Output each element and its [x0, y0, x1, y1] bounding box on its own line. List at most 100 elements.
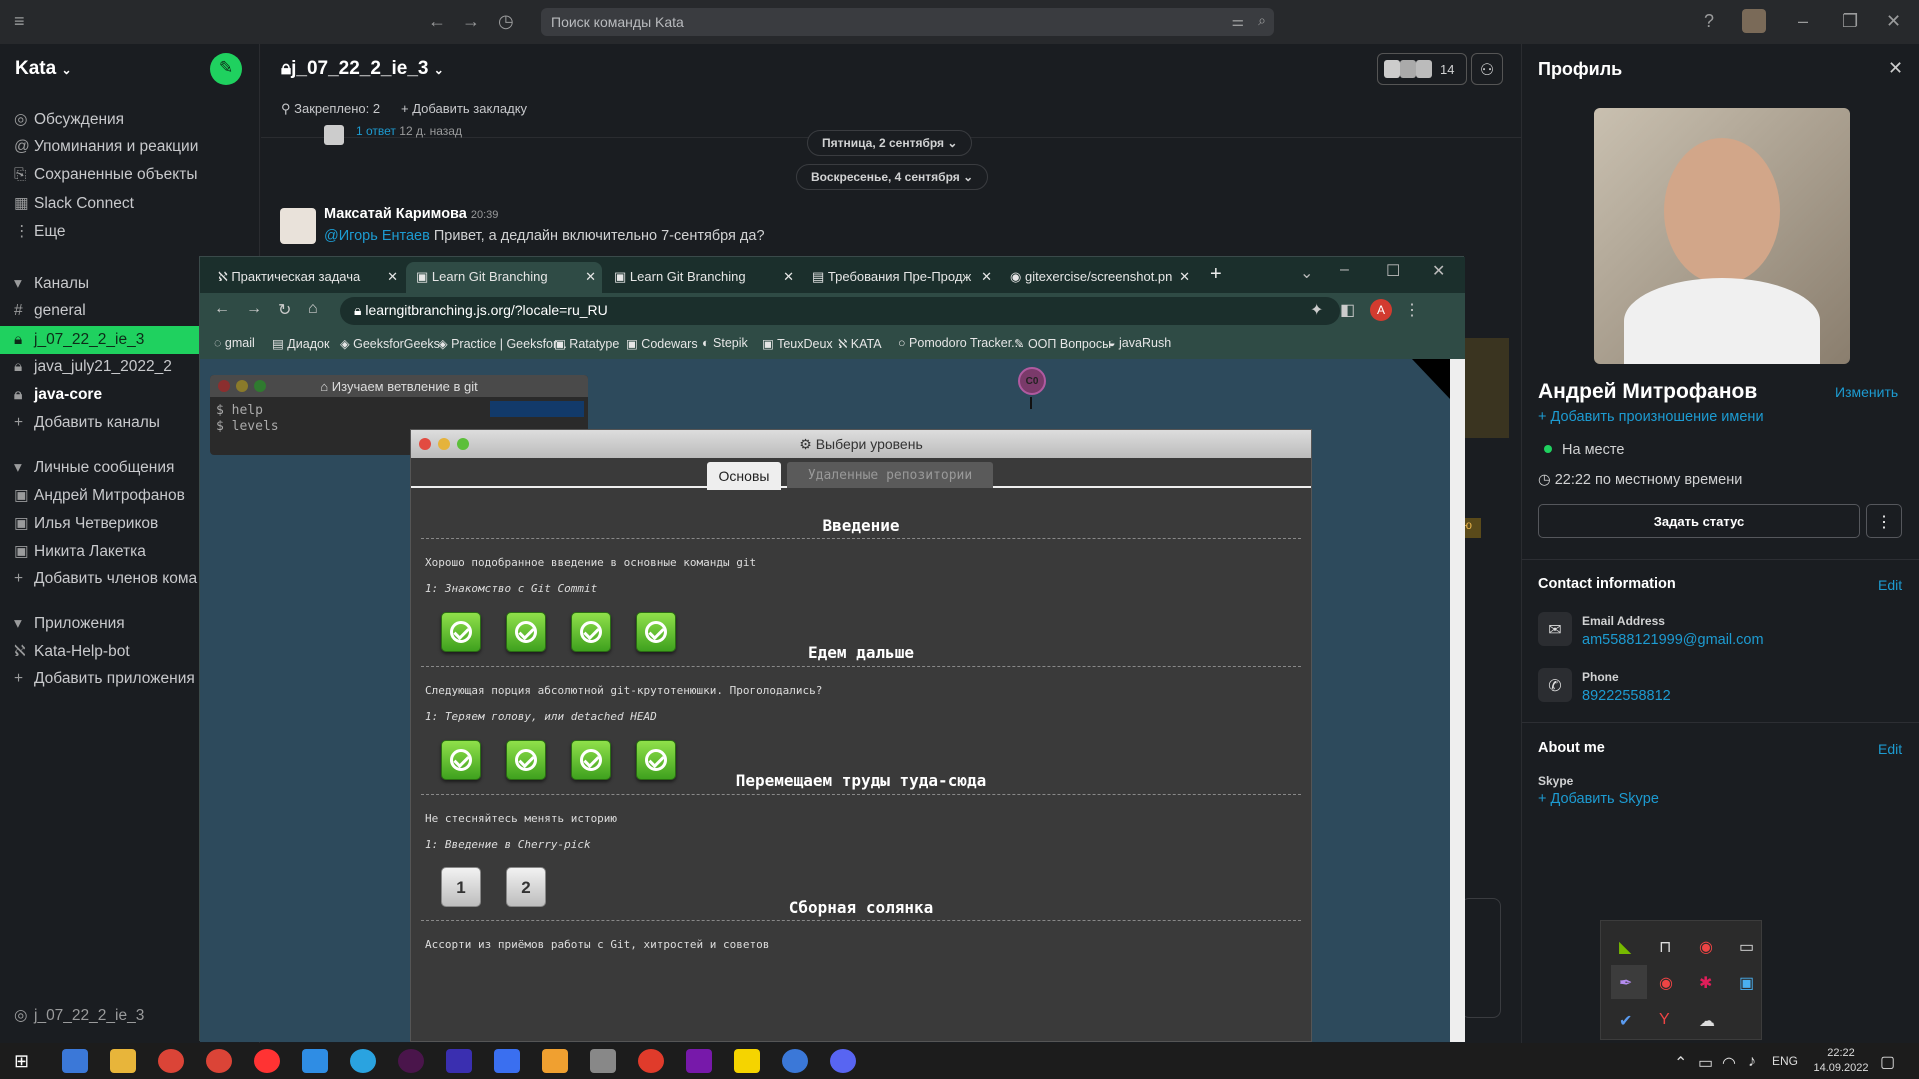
minimize-dot[interactable]: [236, 380, 248, 392]
tab-basics[interactable]: Основы: [707, 462, 781, 490]
minimize-icon[interactable]: –: [1340, 261, 1349, 279]
tab-practical-task[interactable]: ℵ Практическая задача ✕: [208, 262, 404, 293]
dm-andrey[interactable]: ▣ Андрей Митрофанов: [14, 486, 185, 505]
todo-icon[interactable]: ✔: [1619, 1011, 1632, 1031]
history-icon[interactable]: ◷: [498, 11, 514, 32]
message-composer[interactable]: [1461, 898, 1501, 1018]
close-tab-icon[interactable]: ✕: [783, 269, 794, 285]
battery-icon[interactable]: ▭: [1698, 1053, 1713, 1073]
language-indicator[interactable]: ENG: [1772, 1054, 1798, 1068]
scrollbar[interactable]: [1450, 359, 1465, 1042]
windows-start-icon[interactable]: ⊞: [14, 1051, 29, 1072]
task-view-icon[interactable]: [62, 1049, 88, 1073]
cloud-icon[interactable]: ☁: [1699, 1011, 1715, 1031]
close-icon[interactable]: ✕: [1888, 58, 1903, 79]
about-edit-link[interactable]: Edit: [1878, 741, 1902, 757]
yandex-icon[interactable]: [254, 1049, 280, 1073]
bookmark-practice-gfg[interactable]: ◈ Practice | Geeksfor...: [438, 336, 567, 351]
bookmark-ratatype[interactable]: ▣ Ratatype: [554, 336, 619, 351]
zoom-dot[interactable]: [254, 380, 266, 392]
minimize-dot[interactable]: [438, 438, 450, 450]
close-tab-icon[interactable]: ✕: [387, 269, 398, 285]
huddle-channel[interactable]: ◎ j_07_22_2_ie_3: [14, 1006, 144, 1025]
close-icon[interactable]: ✕: [1432, 261, 1445, 281]
workspace-name[interactable]: Kata ⌄: [15, 58, 72, 80]
mention[interactable]: @Игорь Ентаев: [324, 228, 430, 244]
network-icon[interactable]: ▣: [1739, 973, 1754, 993]
telegram-icon[interactable]: [350, 1049, 376, 1073]
app-icon[interactable]: [590, 1049, 616, 1073]
channel-java-july[interactable]: 🔒︎ java_july21_2022_2: [14, 358, 172, 376]
pinned-items[interactable]: ⚲ Закреплено: 2: [281, 101, 380, 117]
discord-icon[interactable]: [830, 1049, 856, 1073]
address-bar[interactable]: 🔒︎ learngitbranching.js.org/?locale=ru_R…: [340, 297, 1340, 325]
menu-icon[interactable]: ⋮: [1404, 300, 1420, 320]
app-kata-help-bot[interactable]: ℵ Kata-Help-bot: [14, 642, 130, 661]
commit-node[interactable]: C0: [1018, 367, 1046, 395]
nav-saved[interactable]: ⎘ Сохраненные объекты: [14, 166, 197, 184]
bookmark-stepik[interactable]: ◐ Stepik: [702, 336, 748, 350]
close-tab-icon[interactable]: ✕: [981, 269, 992, 285]
reload-icon[interactable]: ↻: [278, 300, 291, 320]
restore-icon[interactable]: ❐: [1842, 11, 1858, 32]
thread-reply[interactable]: 1 ответ 12 д. назад: [356, 124, 462, 138]
wifi-icon[interactable]: ◠: [1722, 1053, 1736, 1073]
menu-icon[interactable]: ≡: [14, 11, 25, 32]
bookmark-kata[interactable]: ℵ KATA: [838, 336, 882, 351]
forward-arrow-icon[interactable]: →: [246, 300, 262, 318]
members-button[interactable]: 14: [1377, 53, 1467, 85]
extensions-icon[interactable]: ✦: [1310, 300, 1323, 320]
add-skype-link[interactable]: + Добавить Skype: [1538, 791, 1659, 807]
slack-icon[interactable]: ✱: [1699, 973, 1712, 993]
tab-requirements[interactable]: ▤ Требования Пре-Продж ✕: [802, 262, 998, 293]
tab-github[interactable]: ◉ gitexercise/screenshot.pn ✕: [1000, 262, 1196, 293]
help-icon[interactable]: ?: [1704, 11, 1714, 32]
close-dot[interactable]: [419, 438, 431, 450]
chrome-icon[interactable]: ◉: [1699, 937, 1713, 957]
close-tab-icon[interactable]: ✕: [1179, 269, 1190, 285]
usb-icon[interactable]: ⊓: [1659, 937, 1671, 957]
bookmark-javarush[interactable]: ◒ javaRush: [1108, 336, 1171, 350]
git-icon[interactable]: [542, 1049, 568, 1073]
add-pronunciation-link[interactable]: + Добавить произношение имени: [1538, 409, 1764, 425]
display-icon[interactable]: ▭: [1739, 937, 1754, 957]
dm-ilya[interactable]: ▣ Илья Четвериков: [14, 514, 158, 533]
forward-arrow-icon[interactable]: →: [462, 11, 480, 32]
message-author[interactable]: Максатай Каримова: [324, 206, 467, 222]
bookmark-gmail[interactable]: ◌ gmail: [214, 336, 255, 350]
bookmark-teuxdeux[interactable]: ▣ TeuxDeux: [762, 336, 833, 351]
minimize-icon[interactable]: –: [1798, 11, 1808, 32]
todo-icon[interactable]: [782, 1049, 808, 1073]
channel-general[interactable]: # general: [14, 302, 86, 320]
more-vertical-icon[interactable]: ⋮: [1866, 504, 1902, 538]
profile-photo[interactable]: [1594, 108, 1850, 364]
nav-mentions[interactable]: @ Упоминания и реакции: [14, 138, 198, 156]
bookmark-oop[interactable]: ✎ ООП Вопросы: [1014, 336, 1111, 351]
add-members[interactable]: + Добавить членов кома: [14, 570, 197, 588]
nav-more[interactable]: ⋮ Еще: [14, 222, 66, 241]
channel-title[interactable]: 🔒︎j_07_22_2_ie_3 ⌄: [281, 58, 444, 80]
date-divider[interactable]: Пятница, 2 сентября ⌄: [807, 130, 973, 156]
compose-button[interactable]: ✎: [210, 53, 242, 85]
bookmark-codewars[interactable]: ▣ Codewars: [626, 336, 698, 351]
bookmark-diadoc[interactable]: ▤ Диадок: [272, 336, 329, 351]
sticky-notes-icon[interactable]: [734, 1049, 760, 1073]
user-avatar[interactable]: [1742, 9, 1766, 33]
tab-remote[interactable]: Удаленные репозитории: [787, 462, 993, 488]
edit-profile-link[interactable]: Изменить: [1835, 384, 1898, 400]
tomato-icon[interactable]: [638, 1049, 664, 1073]
add-apps[interactable]: + Добавить приложения: [14, 670, 195, 688]
add-bookmark-button[interactable]: + Добавить закладку: [401, 101, 527, 116]
email-link[interactable]: am5588121999@gmail.com: [1582, 632, 1764, 648]
chevron-up-icon[interactable]: ⌃: [1674, 1053, 1687, 1073]
phone-link[interactable]: 89222558812: [1582, 688, 1671, 704]
apps-header[interactable]: ▾ Приложения: [14, 614, 125, 633]
maximize-icon[interactable]: ☐: [1386, 261, 1400, 281]
search-input[interactable]: Поиск команды Kata ⚌ ⌕: [541, 8, 1274, 36]
dm-nikita[interactable]: ▣ Никита Лакетка: [14, 542, 146, 561]
close-tab-icon[interactable]: ✕: [585, 269, 596, 285]
new-tab-button[interactable]: +: [1210, 263, 1222, 286]
intellij-icon[interactable]: [494, 1049, 520, 1073]
channels-header[interactable]: ▾ Каналы: [14, 274, 89, 293]
chrome-icon[interactable]: [206, 1049, 232, 1073]
